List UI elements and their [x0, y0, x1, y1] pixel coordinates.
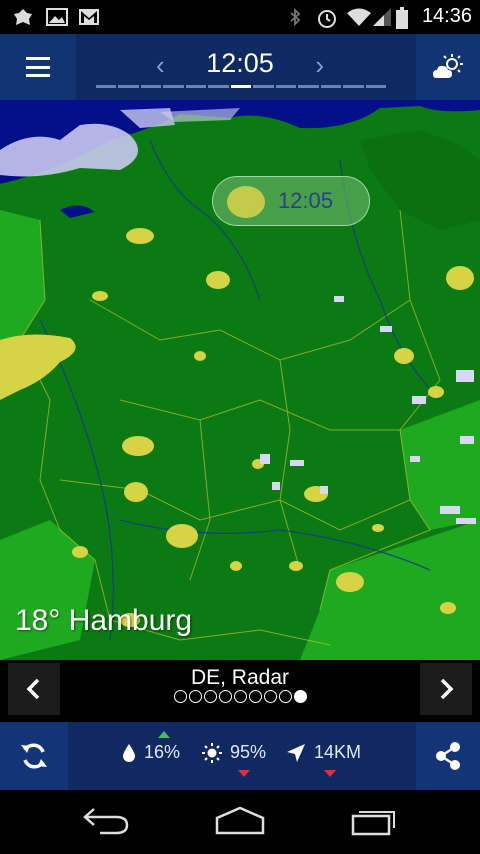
- refresh-icon: [21, 743, 47, 769]
- wind-value: 14KM: [314, 742, 362, 762]
- refresh-button[interactable]: [0, 722, 68, 790]
- rain-drop-icon: [123, 743, 135, 762]
- sunshine-value: 95%: [230, 742, 267, 762]
- recent-apps-icon[interactable]: [350, 806, 398, 836]
- humidity-value: 16%: [144, 742, 181, 762]
- weather-info-bar: 16% 95% 14KM: [0, 722, 480, 790]
- clock-time: 14:36: [421, 5, 472, 27]
- sun-icon: [202, 742, 222, 763]
- pager-dot[interactable]: [248, 690, 262, 703]
- notification-icon: [14, 9, 32, 25]
- sun-cloud-icon: [433, 54, 463, 78]
- menu-button[interactable]: [0, 34, 76, 100]
- humidity-stat: 16%: [122, 731, 181, 763]
- back-icon[interactable]: [82, 806, 130, 836]
- chevron-right-icon: [440, 678, 454, 700]
- wind-stat: 14KM: [286, 742, 362, 777]
- top-toolbar: ‹ 12:05 ›: [0, 34, 480, 100]
- status-bar: 14:36: [0, 0, 480, 34]
- pager-dot[interactable]: [233, 690, 247, 703]
- map-time-bubble: 12:05: [212, 176, 370, 226]
- timeline-step[interactable]: [208, 85, 229, 88]
- bubble-rain-dot: [227, 186, 265, 218]
- hamburger-menu-icon: [26, 57, 50, 77]
- timeline-step[interactable]: [298, 85, 319, 88]
- pager-dot[interactable]: [218, 690, 232, 703]
- timeline-slider[interactable]: [96, 85, 387, 89]
- pager-dot[interactable]: [173, 690, 187, 703]
- pager-dot[interactable]: [293, 690, 307, 703]
- layer-selector: DE, Radar: [0, 660, 480, 722]
- wifi-icon: [347, 8, 371, 26]
- trend-up-icon: [158, 731, 170, 738]
- timeline-step[interactable]: [118, 85, 139, 88]
- signal-icon: [373, 8, 391, 26]
- timeline-step[interactable]: [185, 85, 207, 88]
- trend-down-icon: [324, 770, 336, 777]
- timeline-step[interactable]: [163, 85, 184, 88]
- time-navigator: ‹ 12:05 ›: [150, 44, 330, 80]
- next-layer-button[interactable]: [420, 663, 472, 715]
- alarm-icon: [318, 10, 336, 28]
- gallery-icon: [46, 8, 68, 26]
- current-time-label: 12:05: [206, 48, 274, 78]
- timeline-step[interactable]: [253, 85, 274, 88]
- home-icon[interactable]: [214, 806, 266, 836]
- timeline-step[interactable]: [96, 85, 117, 88]
- timeline-step[interactable]: [365, 85, 387, 88]
- pager-dot[interactable]: [188, 690, 202, 703]
- timeline-step[interactable]: [140, 85, 162, 88]
- wind-direction-icon: [287, 743, 305, 762]
- timeline-step[interactable]: [230, 85, 252, 88]
- pager-dot[interactable]: [263, 690, 277, 703]
- bluetooth-icon: [290, 7, 301, 27]
- layer-name: DE, Radar: [190, 666, 290, 689]
- share-icon: [436, 742, 460, 770]
- timeline-step[interactable]: [275, 85, 297, 88]
- weather-layer-button[interactable]: [416, 34, 480, 100]
- pager-dot[interactable]: [203, 690, 217, 703]
- timeline-step[interactable]: [320, 85, 342, 88]
- share-button[interactable]: [416, 722, 480, 790]
- city-temperature-label[interactable]: 18° Hamburg: [15, 604, 192, 638]
- gmail-icon: [79, 9, 99, 25]
- trend-down-icon: [238, 770, 250, 777]
- pager-dot[interactable]: [278, 690, 292, 703]
- sunshine-stat: 95%: [202, 742, 267, 777]
- battery-icon: [396, 7, 408, 29]
- next-time-button[interactable]: ›: [315, 52, 324, 78]
- bubble-time-label: 12:05: [277, 188, 333, 213]
- layer-pager[interactable]: [0, 690, 480, 703]
- timeline-step[interactable]: [343, 85, 364, 88]
- system-nav-bar: [0, 790, 480, 854]
- radar-map[interactable]: 12:05 18° Hamburg: [0, 100, 480, 660]
